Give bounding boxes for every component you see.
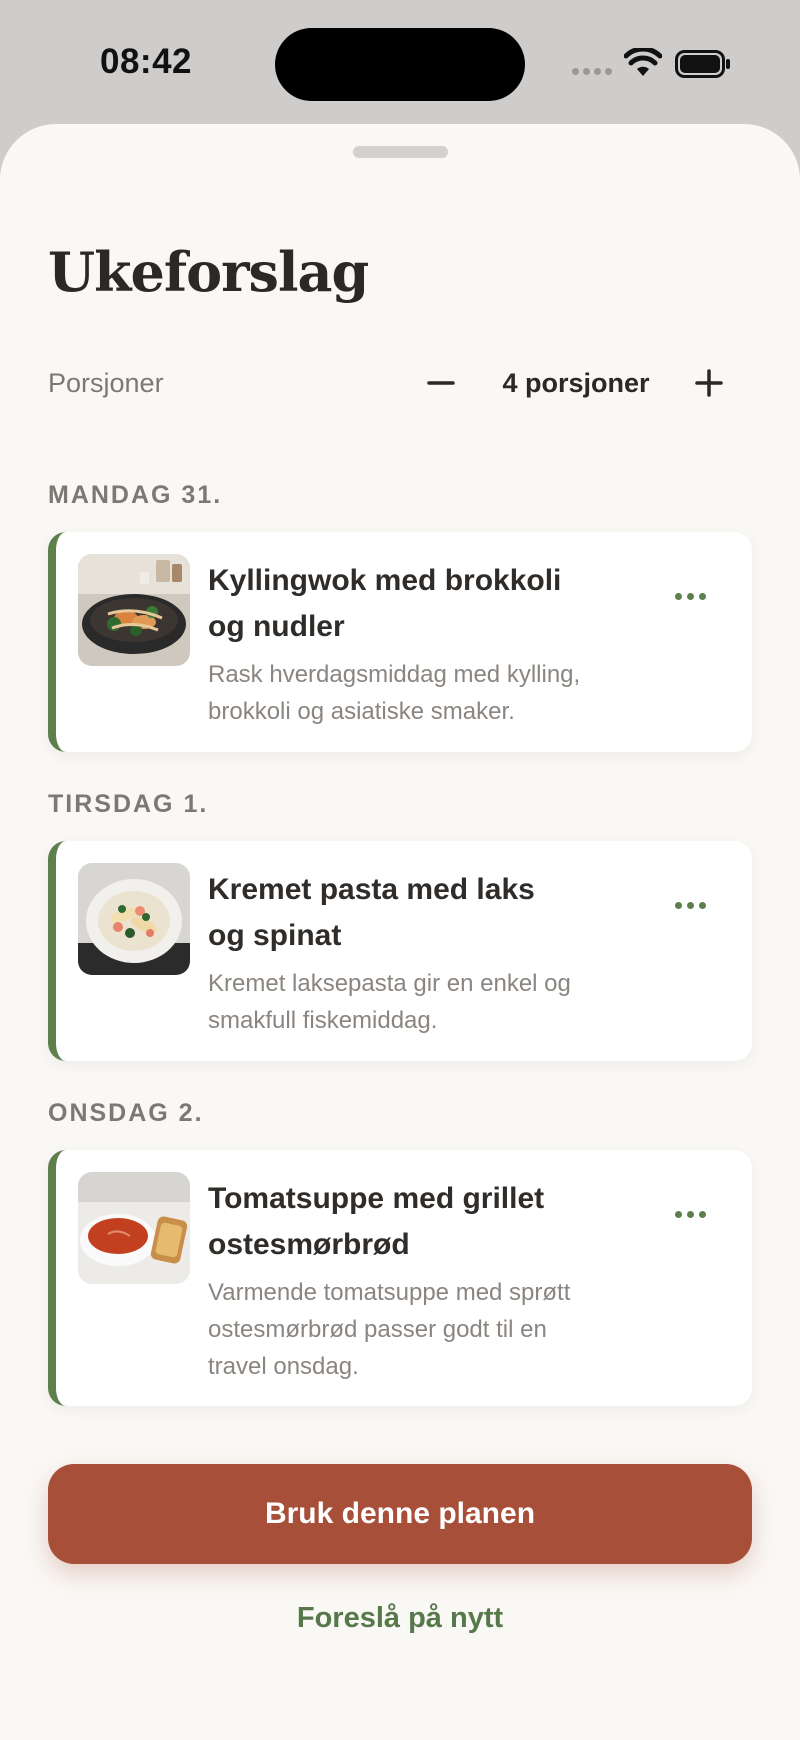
- wifi-icon: [624, 48, 662, 76]
- tomato-soup-image: [78, 1172, 190, 1284]
- suggest-again-link[interactable]: Foreslå på nytt: [200, 1602, 600, 1635]
- decrease-portions-button[interactable]: [416, 358, 466, 408]
- page-title: Ukeforslag: [48, 240, 369, 304]
- day-label-wednesday: ONSDAG 2.: [48, 1099, 204, 1127]
- meal-title: Tomatsuppe med grillet ostesmørbrød: [208, 1182, 545, 1261]
- day-label-tuesday: TIRSDAG 1.: [48, 790, 209, 818]
- meal-card-wednesday[interactable]: Tomatsuppe med grillet ostesmørbrød Varm…: [48, 1150, 752, 1406]
- meal-description: Kremet laksepasta gir en enkel og smakfu…: [208, 970, 571, 1034]
- salmon-pasta-image: [78, 863, 190, 975]
- portions-stepper: Porsjoner 4 porsjoner: [48, 354, 738, 414]
- status-bar: 08:42: [0, 0, 800, 124]
- meal-title: Kremet pasta med laks og spinat: [208, 873, 535, 952]
- sheet-grabber[interactable]: [353, 146, 448, 158]
- day-label-monday: MANDAG 31.: [48, 481, 223, 509]
- plus-icon: [695, 369, 723, 397]
- battery-icon: [675, 50, 730, 78]
- meal-description: Varmende tomatsuppe med sprøtt ostesmørb…: [208, 1279, 571, 1380]
- portions-value: 4 porsjoner: [502, 368, 650, 398]
- cellular-signal-icon: [572, 68, 612, 78]
- meal-description: Rask hverdagsmiddag med kylling, brokkol…: [208, 661, 581, 725]
- week-suggestion-sheet: Ukeforslag Porsjoner 4 porsjoner MANDAG …: [0, 124, 800, 1740]
- minus-icon: [427, 381, 455, 385]
- more-options-button[interactable]: [662, 584, 718, 608]
- meal-card-monday[interactable]: Kyllingwok med brokkoli og nudler Rask h…: [48, 532, 752, 752]
- dynamic-island: [275, 28, 525, 101]
- chicken-wok-image: [78, 554, 190, 666]
- status-time: 08:42: [100, 42, 193, 81]
- meal-title: Kyllingwok med brokkoli og nudler: [208, 564, 562, 643]
- more-options-button[interactable]: [662, 893, 718, 917]
- meal-card-tuesday[interactable]: Kremet pasta med laks og spinat Kremet l…: [48, 841, 752, 1061]
- use-plan-button[interactable]: Bruk denne planen: [48, 1464, 752, 1564]
- increase-portions-button[interactable]: [684, 358, 734, 408]
- portions-label: Porsjoner: [48, 368, 164, 398]
- more-options-button[interactable]: [662, 1202, 718, 1226]
